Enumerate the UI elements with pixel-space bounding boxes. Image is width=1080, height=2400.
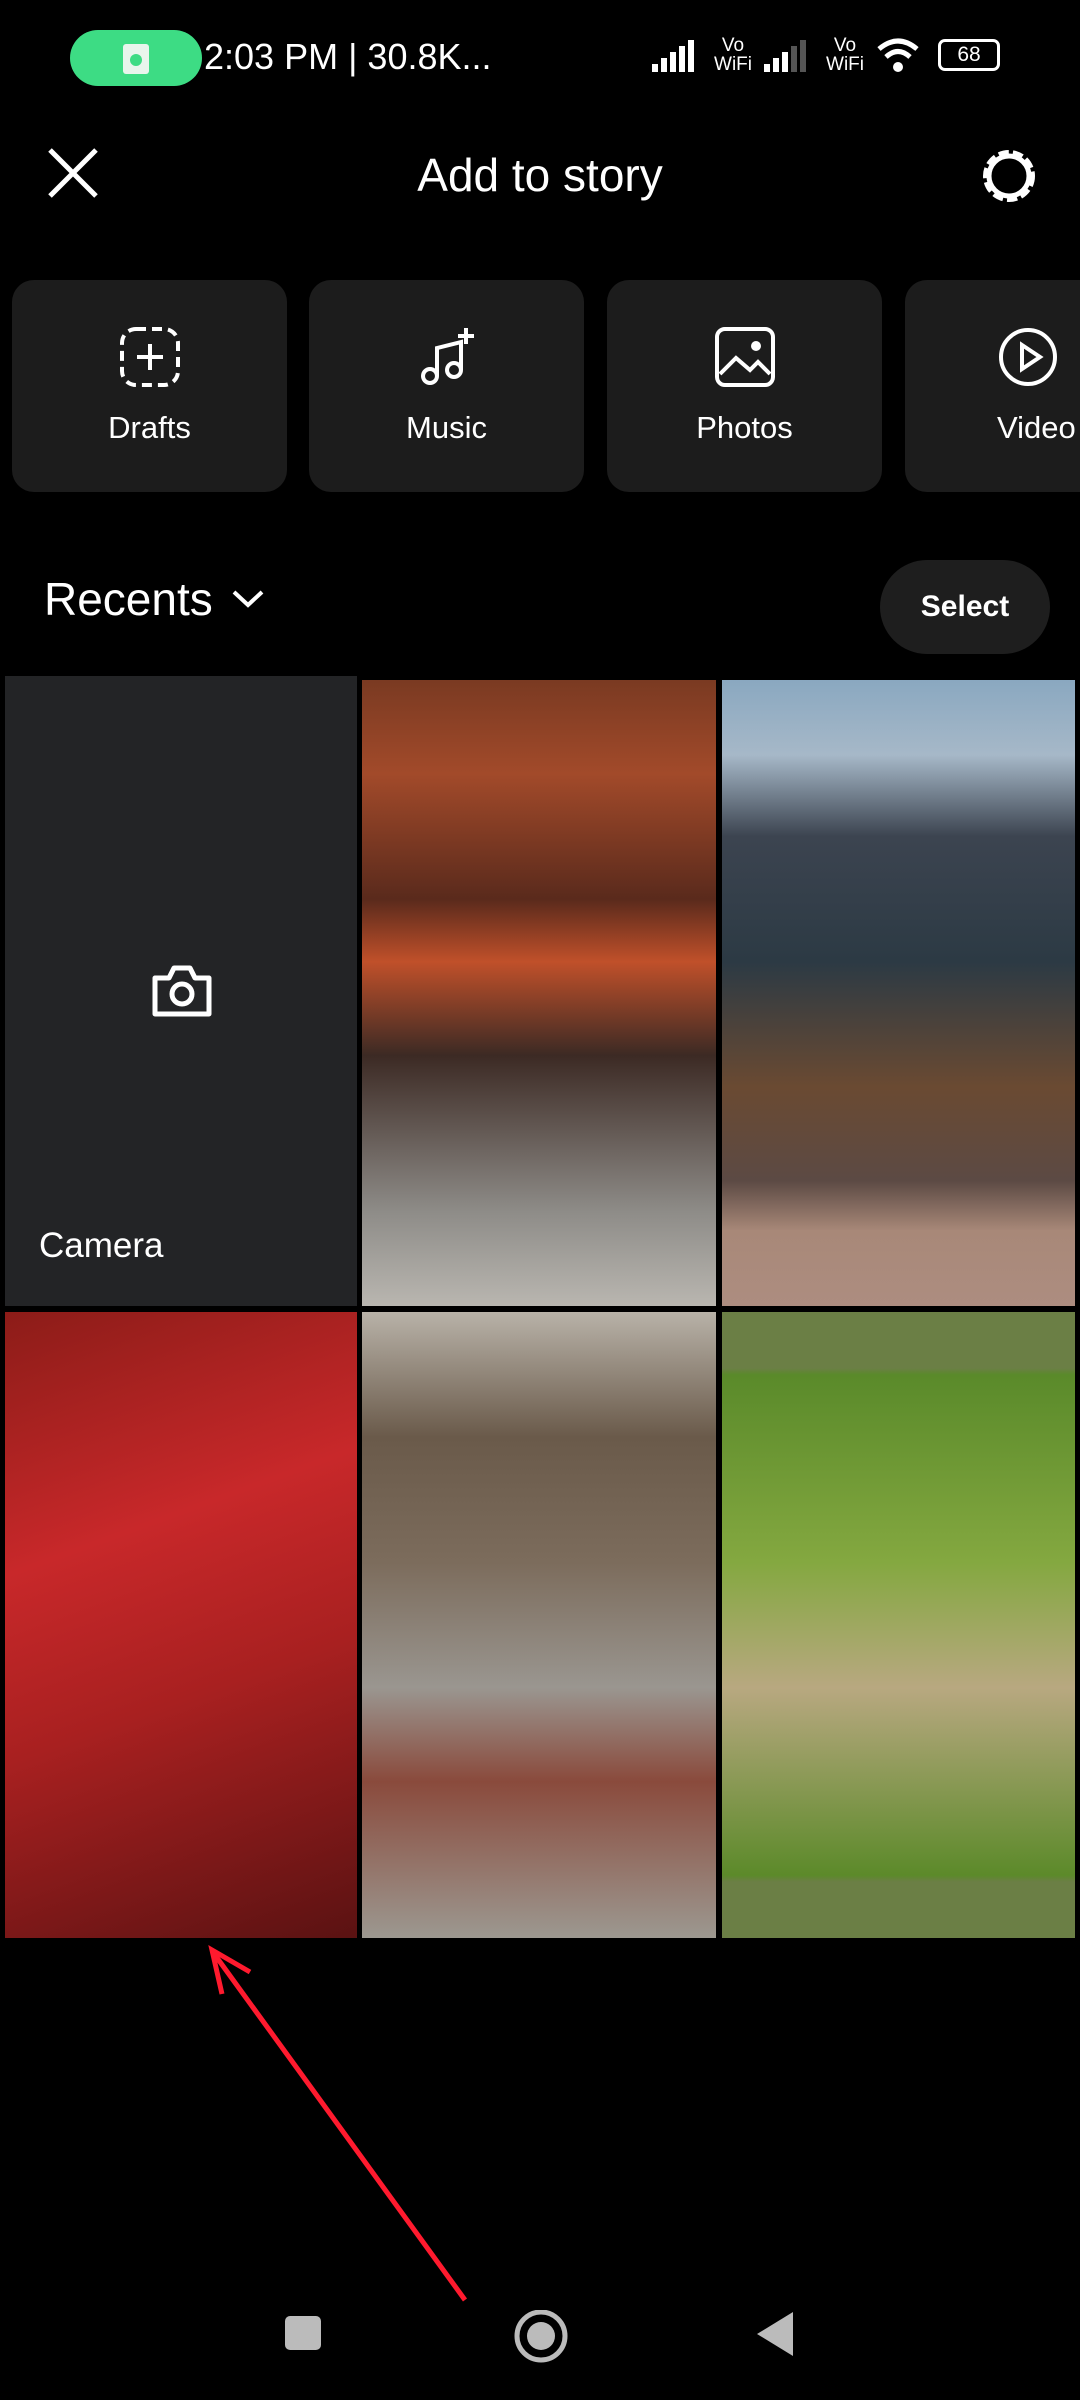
wifi-icon [877, 38, 919, 72]
tile-drafts[interactable]: Drafts [12, 280, 287, 492]
recents-nav-button[interactable] [283, 2310, 323, 2355]
recents-label: Recents [44, 573, 213, 625]
square-icon [285, 2316, 321, 2350]
camera-icon [123, 44, 149, 74]
photo-thumbnail-cafe[interactable] [722, 680, 1075, 1306]
tile-label: Music [406, 410, 487, 445]
vowifi-label-2: Vo WiFi [826, 35, 864, 75]
vowifi-label: Vo WiFi [714, 35, 753, 75]
select-button[interactable]: Select [880, 560, 1050, 654]
home-circle-icon [514, 2309, 568, 2363]
signal-icon-2 [764, 40, 807, 72]
settings-gear-icon[interactable] [978, 145, 1040, 207]
recents-dropdown[interactable]: Recents [44, 572, 265, 626]
screen-recorder-pill[interactable] [70, 30, 202, 86]
camera-icon [152, 965, 212, 1017]
page-title: Add to story [417, 149, 663, 201]
home-nav-button[interactable] [513, 2309, 569, 2371]
tile-music[interactable]: Music [309, 280, 584, 492]
photo-thumbnail-bar[interactable] [362, 680, 716, 1306]
tile-video[interactable]: Video [905, 280, 1080, 492]
play-circle-icon [999, 328, 1057, 386]
back-nav-button[interactable] [755, 2310, 795, 2363]
chevron-down-icon [232, 590, 264, 608]
tile-label: Video [997, 410, 1076, 445]
signal-icon [652, 40, 695, 72]
camera-cell[interactable]: Camera [5, 676, 357, 1306]
tile-label: Drafts [108, 410, 191, 445]
red-arrow-annotation [208, 1944, 468, 2302]
music-plus-icon [420, 328, 474, 385]
camera-label: Camera [39, 1226, 164, 1265]
photo-thumbnail-red-wall[interactable] [5, 1312, 357, 1938]
tile-photos[interactable]: Photos [607, 280, 882, 492]
back-triangle-icon [757, 2312, 793, 2356]
status-time: 2:03 PM | 30.8K... [204, 36, 492, 77]
photo-thumbnail-girl-grass[interactable] [722, 1312, 1075, 1938]
status-icons: Vo WiFi Vo WiFi 68 [652, 36, 1000, 74]
drafts-icon [119, 327, 180, 387]
tile-label: Photos [696, 410, 793, 445]
battery-indicator: 68 [938, 39, 1000, 71]
image-icon [714, 327, 775, 387]
photo-thumbnail-courtyard[interactable] [362, 1312, 716, 1938]
